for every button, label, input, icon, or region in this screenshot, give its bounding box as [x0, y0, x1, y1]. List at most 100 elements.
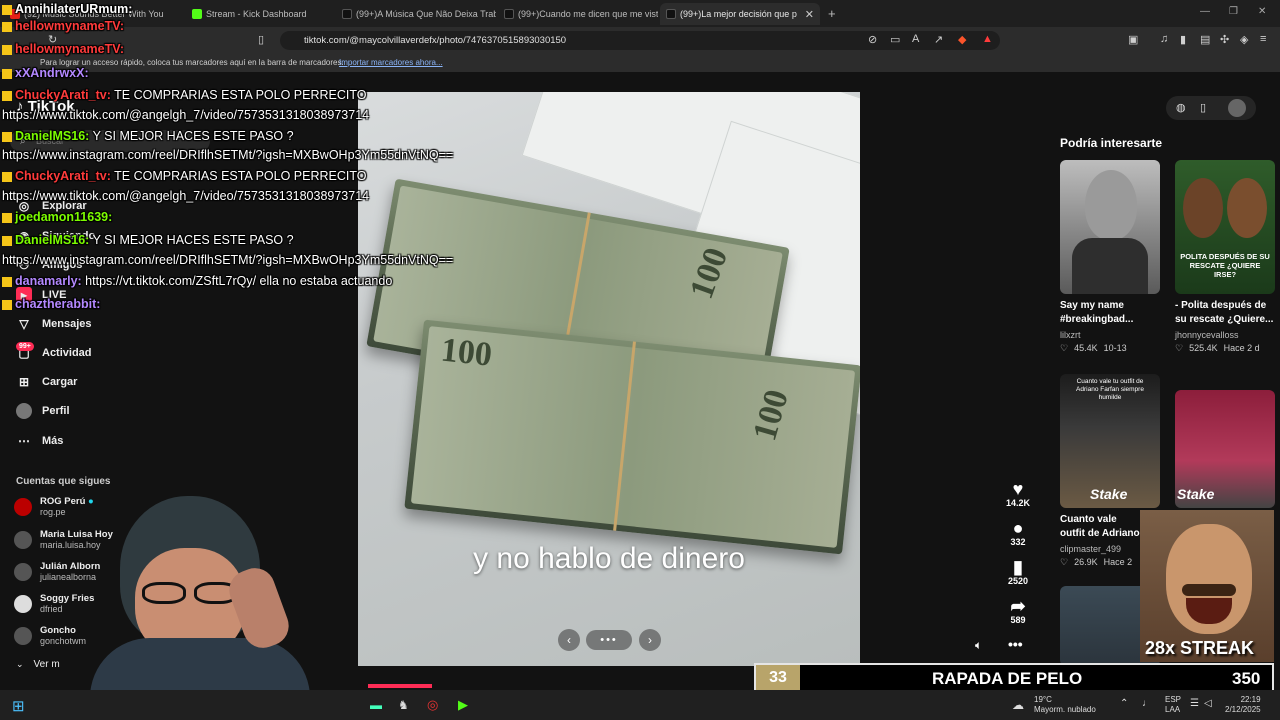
brave-shield-icon[interactable]: ◆: [958, 33, 966, 46]
app-icon[interactable]: ▬: [370, 698, 382, 712]
stream-alert-bar: 33 RAPADA DE PELO 350: [754, 663, 1274, 693]
stake-logo: Stake: [1177, 486, 1215, 502]
tiktok-icon: [342, 9, 352, 19]
chat-text: TE COMPRARIAS ESTA POLO PERRECITO: [110, 88, 367, 102]
share-arrow-icon: ➦: [1010, 596, 1026, 616]
sidebar-item-label: Más: [42, 435, 64, 447]
chat-text: Y SI MEJOR HACES ESTE PASO ?: [89, 129, 294, 143]
card-thumbnail: Stake: [1175, 390, 1275, 508]
chat-badge-icon: [2, 131, 12, 142]
sidebar-item-messages[interactable]: ▽ Mensajes: [16, 316, 91, 332]
chat-badge-icon: [2, 4, 12, 15]
chat-username: chaztherabbit:: [15, 297, 101, 311]
extensions-icon[interactable]: ✣: [1220, 33, 1229, 46]
profile-icon: [16, 403, 32, 419]
network-icon[interactable]: ☰: [1190, 698, 1199, 709]
bookmark-icon[interactable]: ▯: [258, 33, 264, 46]
phone-icon[interactable]: ▯: [1200, 101, 1206, 114]
weather-desc: Mayorm. nublado: [1034, 705, 1096, 714]
chat-badge-icon: [2, 90, 12, 101]
chat-username: joedamon11639:: [15, 210, 113, 224]
chat-message: https://www.instagram.com/reel/DRIflhSET…: [2, 148, 453, 162]
more-icon: ⋯: [18, 434, 30, 448]
coin-icon[interactable]: ◍: [1176, 101, 1186, 114]
cast-icon[interactable]: ▭: [890, 33, 900, 46]
user-avatar[interactable]: [1228, 99, 1246, 117]
browser-tab[interactable]: Stream - Kick Dashboard: [186, 3, 334, 25]
card-desc: Say my name: [1060, 300, 1124, 311]
clock[interactable]: 22:19 2/12/2025: [1225, 695, 1261, 715]
card-date: Hace 2 d: [1223, 343, 1260, 353]
card-desc: - Polita después de: [1175, 300, 1267, 311]
language-indicator[interactable]: ESP LAA: [1165, 695, 1181, 715]
heart-icon: ♡: [1175, 343, 1184, 353]
recommended-card[interactable]: Stake: [1175, 390, 1275, 508]
share-icon[interactable]: ↗: [934, 33, 943, 46]
chat-text: https://www.instagram.com/reel/DRIflhSET…: [2, 148, 454, 162]
wallet-icon[interactable]: ▤: [1200, 33, 1210, 46]
chat-text: https://vt.tiktok.com/ZSftL7rQy/ ella no…: [81, 274, 393, 288]
tray-chevron-icon[interactable]: ⌃: [1120, 698, 1128, 709]
recommended-card[interactable]: Say my name #breakingbad... lilxzrt ♡ 45.4…: [1060, 160, 1160, 354]
close-tab-icon[interactable]: ✕: [805, 8, 814, 21]
chat-username: danamarly:: [15, 274, 82, 288]
like-button[interactable]: ♥ 14.2K: [1003, 480, 1033, 508]
microphone-icon[interactable]: ♩: [1142, 698, 1152, 709]
chat-message: DanielMS16: Y SI MEJOR HACES ESTE PASO ?: [2, 233, 294, 247]
import-bookmarks-link[interactable]: Importar marcadores ahora...: [339, 58, 443, 67]
chat-badge-icon: [2, 212, 12, 223]
reader-icon[interactable]: ▮: [1180, 33, 1186, 46]
browser-tab[interactable]: (99+)Cuando me dicen que me vista: [498, 3, 658, 25]
sidebar-toggle-icon[interactable]: ▣: [1128, 33, 1138, 46]
browser-tab-active[interactable]: (99+)La mejor decisión que p ✕: [660, 3, 820, 25]
save-button[interactable]: ▮ 2520: [1003, 558, 1033, 586]
chat-username: xXAndrwxX:: [15, 66, 89, 80]
comment-button[interactable]: ● 332: [1003, 519, 1033, 547]
browser-tab[interactable]: (99+)A Música Que Não Deixa Traba: [336, 3, 496, 25]
taskbar-highlight: [368, 684, 432, 688]
app-icon[interactable]: ◎: [427, 697, 438, 713]
sidebar-item-profile[interactable]: Perfil: [16, 403, 70, 419]
no-camera-icon[interactable]: ⊘: [868, 33, 877, 46]
card-thumbnail: POLITA DESPUÉS DE SU RESCATE ¿QUIERE IRS…: [1175, 160, 1275, 294]
chat-message: xXAndrwxX:: [2, 66, 89, 80]
heart-icon: ♡: [1060, 343, 1069, 353]
card-author: jhonnycevalloss: [1175, 330, 1239, 340]
minimize-icon[interactable]: —: [1200, 6, 1210, 17]
sidebar-item-upload[interactable]: ⊞ Cargar: [16, 374, 78, 390]
speaker-icon[interactable]: ◁: [1204, 698, 1212, 709]
recommended-card[interactable]: POLITA DESPUÉS DE SU RESCATE ¿QUIERE IRS…: [1175, 160, 1275, 354]
app-icon[interactable]: ♞: [398, 698, 409, 712]
share-button[interactable]: ➦ 589: [1003, 597, 1033, 625]
chat-text: Y SI MEJOR HACES ESTE PASO ?: [89, 233, 294, 247]
chat-message: DanielMS16: Y SI MEJOR HACES ESTE PASO ?: [2, 129, 294, 143]
alert-number: 33: [756, 665, 800, 691]
volume-icon[interactable]: 🔈︎: [975, 638, 982, 653]
windows-start-icon[interactable]: ⊞: [12, 697, 25, 715]
chat-username: ChuckyArati_tv:: [15, 169, 111, 183]
card-desc: #breakingbad...: [1060, 314, 1134, 325]
kick-app-icon[interactable]: ▶: [458, 697, 468, 713]
close-window-icon[interactable]: ✕: [1258, 6, 1266, 17]
streamer-webcam: [30, 478, 360, 692]
maximize-icon[interactable]: ❐: [1229, 6, 1238, 17]
next-photo-button[interactable]: ›: [639, 629, 661, 651]
menu-icon[interactable]: ≡: [1260, 33, 1266, 45]
browser-toolbar: ↻ ▯ ⇆ ⊘ ▭ A ↗ ◆ ▲ ▣ ♫ ▮ ▤ ✣ ◈ ≡: [0, 27, 1280, 54]
prev-photo-button[interactable]: ‹: [558, 629, 580, 651]
translate-icon[interactable]: A: [912, 33, 919, 45]
rewards-icon[interactable]: ▲: [982, 33, 993, 45]
new-tab-button[interactable]: +: [828, 6, 836, 21]
more-options-icon[interactable]: •••: [1008, 636, 1023, 652]
card-overlay-text: POLITA DESPUÉS DE SU RESCATE ¿QUIERE IRS…: [1180, 252, 1270, 279]
tab-label: Stream - Kick Dashboard: [206, 9, 307, 19]
chat-badge-icon: [2, 44, 12, 55]
vpn-icon[interactable]: ◈: [1240, 33, 1248, 46]
note-value: 100: [439, 331, 494, 374]
tab-label: (99+)Cuando me dicen que me vista: [518, 9, 658, 19]
weather-temp: 19°C: [1034, 695, 1052, 704]
chat-username: DanielMS16:: [15, 129, 90, 143]
music-icon[interactable]: ♫: [1160, 33, 1168, 45]
post-photo[interactable]: 100 100 100 y no hablo de dinero ‹ ••• ›: [358, 92, 860, 666]
sidebar-item-more[interactable]: ⋯ Más: [16, 433, 63, 449]
